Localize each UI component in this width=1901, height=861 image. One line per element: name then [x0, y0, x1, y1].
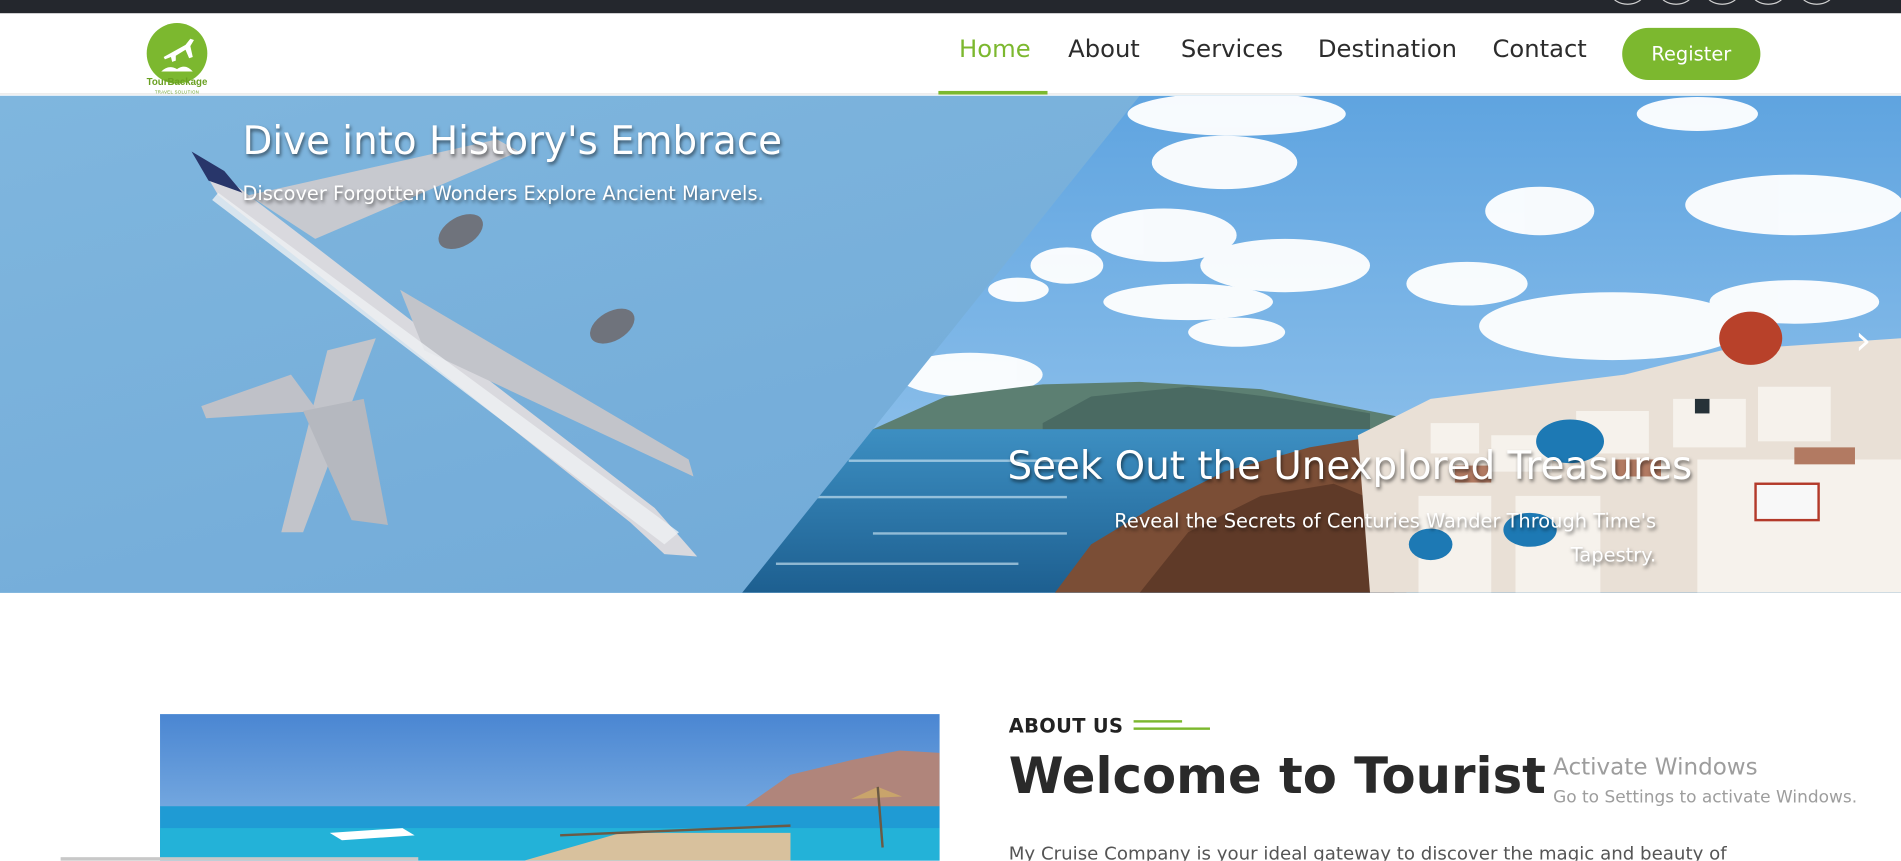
navbar: TourBackage TRAVEL SOLUTION Home About S…	[0, 13, 1901, 95]
hero-subtitle-right: Reveal the Secrets of Centuries Wander T…	[1114, 509, 1657, 567]
horizontal-scrollbar[interactable]	[60, 857, 419, 861]
page: TourBackage TRAVEL SOLUTION Home About S…	[0, 0, 1901, 861]
nav-contact[interactable]: Contact	[1492, 34, 1586, 63]
hero-title-left: Dive into History's Embrace	[242, 117, 783, 164]
nav-home[interactable]: Home	[959, 34, 1031, 63]
nav-about[interactable]: About	[1068, 34, 1140, 63]
logo-wordmark: TourBackage	[146, 76, 208, 88]
social-icon[interactable]	[1705, 0, 1739, 5]
active-nav-indicator	[938, 90, 1048, 95]
chevron-right-icon[interactable]: ›	[1855, 320, 1884, 361]
register-button[interactable]: Register	[1622, 27, 1761, 81]
social-icon[interactable]	[1800, 0, 1834, 5]
social-icon[interactable]	[1659, 0, 1693, 5]
logo[interactable]: TourBackage TRAVEL SOLUTION	[143, 23, 211, 95]
windows-watermark-subtitle: Go to Settings to activate Windows.	[1553, 788, 1858, 808]
nav-destination[interactable]: Destination	[1318, 34, 1457, 63]
beach-photo	[160, 714, 940, 861]
about-divider	[1133, 727, 1210, 730]
about-image	[160, 714, 940, 861]
about-section-label: ABOUT US	[1008, 714, 1124, 738]
logo-tagline: TRAVEL SOLUTION	[154, 89, 200, 95]
about-divider	[1133, 720, 1183, 723]
about-heading: Welcome to Tourist	[1008, 746, 1546, 806]
social-icon[interactable]	[1751, 0, 1785, 5]
hero-subtitle-left: Discover Forgotten Wonders Explore Ancie…	[242, 181, 764, 205]
nav-services[interactable]: Services	[1181, 34, 1283, 63]
top-bar	[0, 0, 1901, 14]
windows-watermark-title: Activate Windows	[1553, 754, 1758, 781]
airplane-icon	[161, 38, 194, 72]
social-icon[interactable]	[1611, 0, 1645, 5]
hero-carousel: Dive into History's Embrace Discover For…	[0, 95, 1901, 593]
logo-emblem	[146, 23, 208, 84]
hero-title-right: Seek Out the Unexplored Treasures	[1007, 442, 1693, 489]
about-paragraph: My Cruise Company is your ideal gateway …	[1008, 842, 1727, 861]
